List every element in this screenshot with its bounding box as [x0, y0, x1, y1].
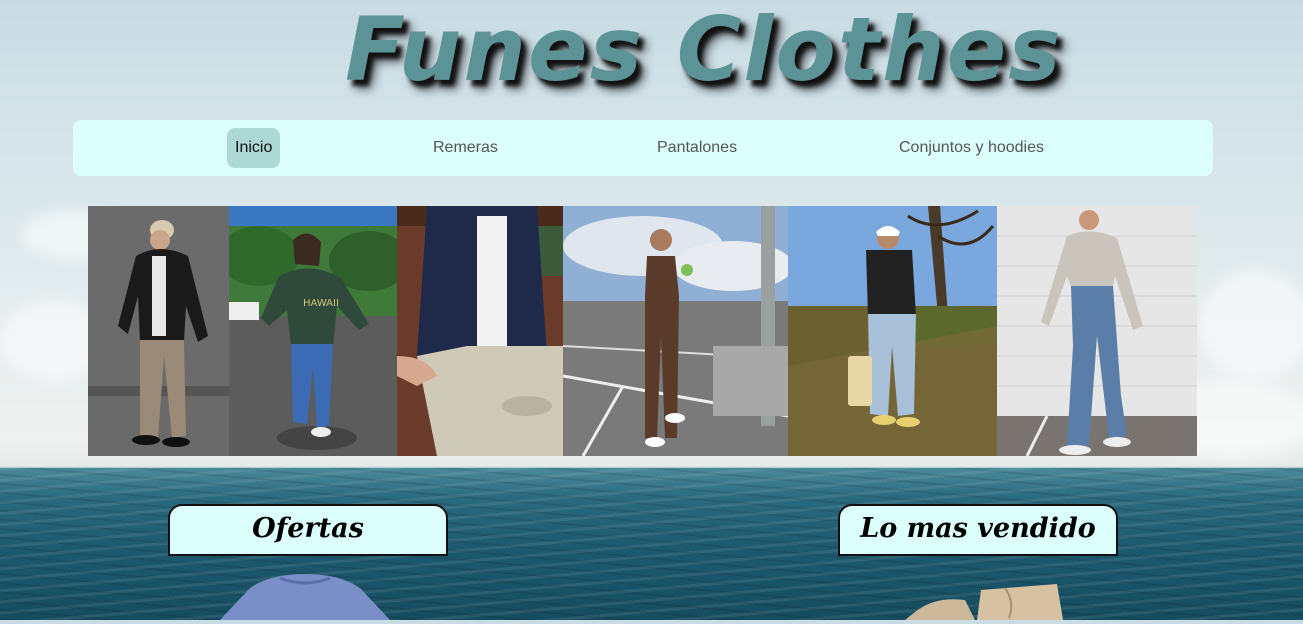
offers-label: Ofertas — [168, 504, 448, 556]
gallery-photo — [563, 206, 788, 456]
nav-item-inicio[interactable]: Inicio — [227, 128, 281, 168]
svg-text:HAWAII: HAWAII — [303, 298, 339, 309]
gallery-photo: HAWAII — [229, 206, 397, 456]
offer-product-image[interactable] — [210, 574, 400, 620]
gallery-photo — [88, 206, 229, 456]
gallery-photo — [397, 206, 563, 456]
main-nav: Inicio Remeras Pantalones Conjuntos y ho… — [73, 120, 1213, 176]
nav-item-remeras[interactable]: Remeras — [425, 128, 506, 168]
cloud-decoration — [1200, 270, 1303, 380]
gallery-photo — [788, 206, 997, 456]
nav-item-conjuntos-hoodies[interactable]: Conjuntos y hoodies — [891, 128, 1052, 168]
gallery-photo — [997, 206, 1197, 456]
photo-gallery: HAWAII — [88, 206, 1197, 456]
best-seller-product-image[interactable] — [905, 582, 1065, 620]
nav-item-pantalones[interactable]: Pantalones — [649, 128, 745, 168]
site-logo[interactable]: Funes Clothes — [345, 0, 1061, 100]
best-sellers-label: Lo mas vendido — [838, 504, 1118, 556]
